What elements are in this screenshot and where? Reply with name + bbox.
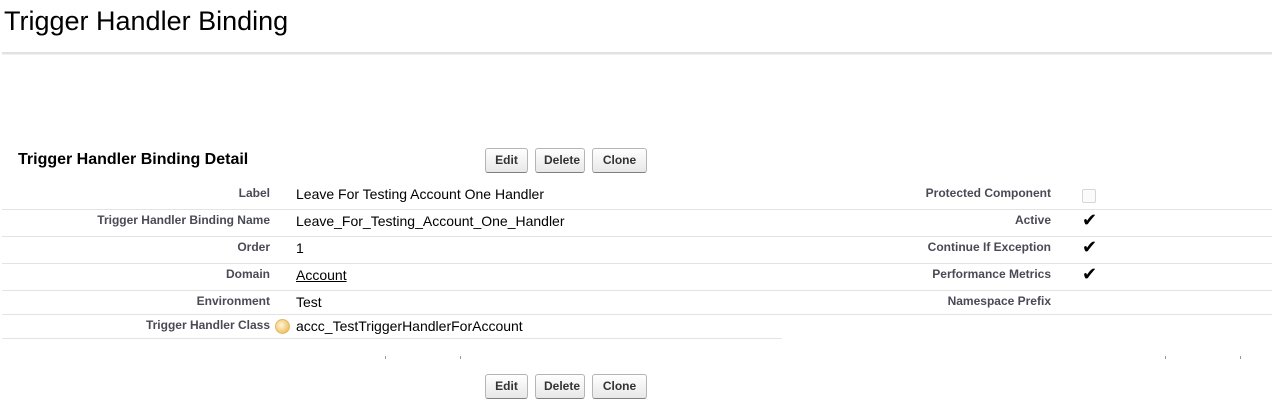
domain-label: Domain bbox=[225, 267, 270, 281]
domain-link[interactable]: Account bbox=[296, 267, 347, 283]
top-button-bar: Edit Delete Clone bbox=[485, 148, 647, 173]
performance-metrics-checkmark-icon: ✔ bbox=[1082, 264, 1098, 285]
trigger-handler-class-label: Trigger Handler Class bbox=[145, 318, 270, 332]
title-divider bbox=[2, 52, 1272, 55]
edit-button[interactable]: Edit bbox=[485, 374, 528, 399]
row-divider bbox=[2, 290, 1272, 291]
namespace-prefix-label: Namespace Prefix bbox=[947, 294, 1051, 308]
protected-component-checkbox bbox=[1082, 189, 1096, 208]
delete-button[interactable]: Delete bbox=[535, 148, 585, 173]
decorative-tick bbox=[460, 356, 461, 359]
page-title: Trigger Handler Binding bbox=[4, 6, 289, 36]
section-title: Trigger Handler Binding Detail bbox=[18, 151, 249, 168]
continue-if-exception-label: Continue If Exception bbox=[927, 240, 1051, 254]
clone-button[interactable]: Clone bbox=[592, 148, 647, 173]
binding-name-value: Leave_For_Testing_Account_One_Handler bbox=[296, 213, 565, 229]
decorative-tick bbox=[385, 356, 386, 359]
unchecked-box-icon bbox=[1082, 189, 1096, 203]
help-icon[interactable] bbox=[275, 319, 290, 334]
clone-button[interactable]: Clone bbox=[592, 374, 647, 399]
row-divider bbox=[2, 338, 782, 339]
environment-value: Test bbox=[296, 294, 322, 310]
label-field-label: Label bbox=[238, 186, 270, 200]
domain-value: Account bbox=[296, 267, 347, 283]
trigger-handler-class-value: accc_TestTriggerHandlerForAccount bbox=[296, 318, 523, 334]
order-value: 1 bbox=[296, 240, 304, 256]
decorative-tick bbox=[1240, 356, 1241, 359]
binding-name-label: Trigger Handler Binding Name bbox=[97, 213, 270, 227]
order-label: Order bbox=[237, 240, 270, 254]
row-divider bbox=[2, 314, 1272, 315]
label-field-value: Leave For Testing Account One Handler bbox=[296, 186, 545, 202]
edit-button[interactable]: Edit bbox=[485, 148, 528, 173]
bottom-button-bar: Edit Delete Clone bbox=[485, 374, 647, 399]
protected-component-label: Protected Component bbox=[925, 186, 1051, 200]
active-checkmark-icon: ✔ bbox=[1082, 210, 1098, 231]
delete-button[interactable]: Delete bbox=[535, 374, 585, 399]
environment-label: Environment bbox=[196, 294, 270, 308]
continue-if-exception-checkmark-icon: ✔ bbox=[1082, 237, 1098, 258]
decorative-tick bbox=[1165, 356, 1166, 359]
performance-metrics-label: Performance Metrics bbox=[932, 267, 1051, 281]
active-label: Active bbox=[1014, 213, 1051, 227]
